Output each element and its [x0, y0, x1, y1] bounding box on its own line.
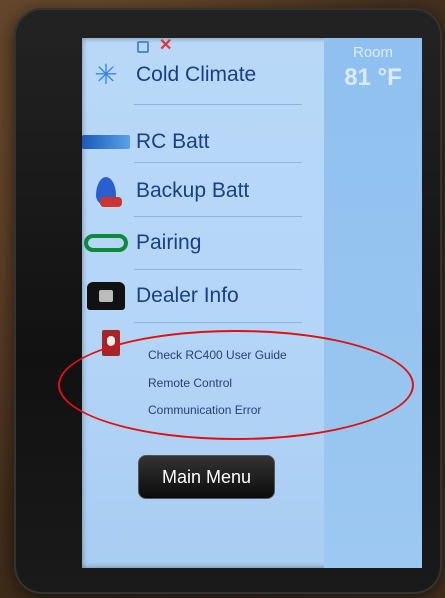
flame-icon	[82, 173, 130, 209]
main-menu-button[interactable]: Main Menu	[138, 455, 275, 499]
menu-item-label: Backup Batt	[136, 179, 250, 202]
phone-icon	[82, 278, 130, 314]
menu-item-label: RC Batt	[136, 130, 210, 153]
room-temperature-panel: Room 81 °F	[324, 38, 422, 568]
highlight-ellipse	[58, 330, 414, 440]
battery-icon	[82, 124, 130, 160]
divider	[134, 104, 302, 105]
divider	[134, 216, 302, 217]
divider	[134, 269, 302, 270]
menu-item-label: Dealer Info	[136, 284, 239, 307]
room-temperature: 81 °F	[344, 64, 402, 91]
menu-item-pairing[interactable]: Pairing	[82, 218, 292, 268]
divider	[134, 322, 302, 323]
divider	[134, 162, 302, 163]
menu-item-backup-batt[interactable]: Backup Batt	[82, 166, 292, 216]
menu-item-rc-batt[interactable]: RC Batt	[82, 117, 292, 167]
pairing-icon	[82, 225, 130, 261]
menu-item-label: Cold Climate	[136, 63, 257, 86]
menu-item-dealer-info[interactable]: Dealer Info	[82, 271, 292, 321]
menu-item-label: Pairing	[136, 231, 202, 254]
menu-item-cold-climate[interactable]: ✳ Cold Climate	[82, 50, 292, 100]
room-label: Room	[352, 44, 393, 61]
snowflake-icon: ✳	[94, 59, 118, 90]
